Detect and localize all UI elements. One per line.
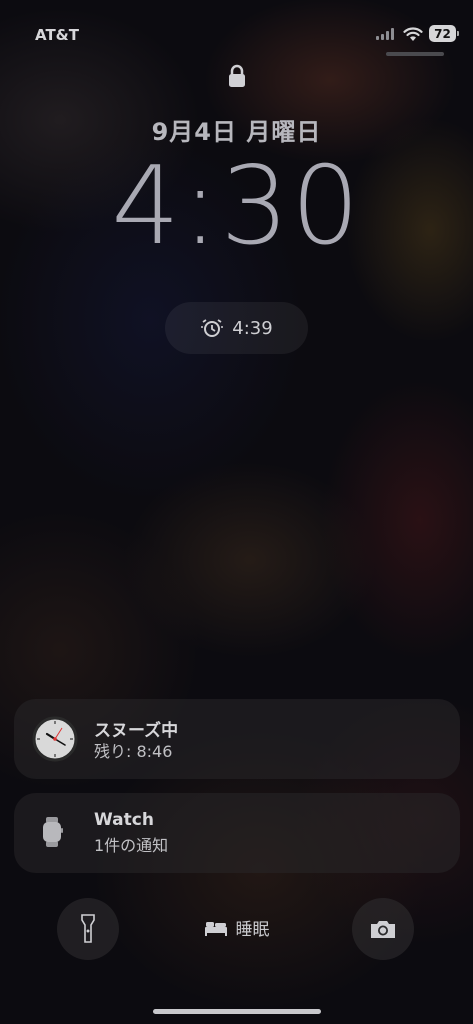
- notification-title: Watch: [94, 810, 154, 830]
- camera-icon: [371, 921, 395, 938]
- battery-indicator: 72: [429, 25, 459, 42]
- battery-level: 72: [434, 26, 451, 41]
- lock-time: 4:30: [111, 144, 362, 269]
- lock-date: 9月4日 月曜日: [151, 118, 322, 146]
- carrier-label: AT&T: [35, 26, 79, 44]
- alarm-time-label: 4:39: [232, 317, 273, 339]
- wifi-icon: [403, 27, 423, 41]
- notification-subtitle: 残り: 8:46: [94, 742, 173, 761]
- lock-icon: [229, 64, 245, 87]
- cellular-signal-icon: [376, 28, 396, 40]
- alarm-clock-icon: [201, 319, 224, 337]
- sleep-label: 睡眠: [235, 920, 270, 940]
- notification-subtitle: 1件の通知: [94, 836, 169, 855]
- watch-notification[interactable]: Watch 1件の通知: [14, 793, 460, 873]
- control-center-handle[interactable]: [386, 52, 444, 56]
- snooze-notification[interactable]: スヌーズ中 残り: 8:46: [14, 699, 460, 779]
- status-bar: AT&T 72: [0, 0, 473, 56]
- home-indicator[interactable]: [153, 1009, 321, 1014]
- bed-icon: [204, 921, 227, 936]
- clock-icon: [32, 716, 78, 762]
- watch-icon: [43, 817, 63, 847]
- alarm-widget[interactable]: 4:39: [165, 302, 308, 354]
- camera-button[interactable]: [352, 898, 414, 960]
